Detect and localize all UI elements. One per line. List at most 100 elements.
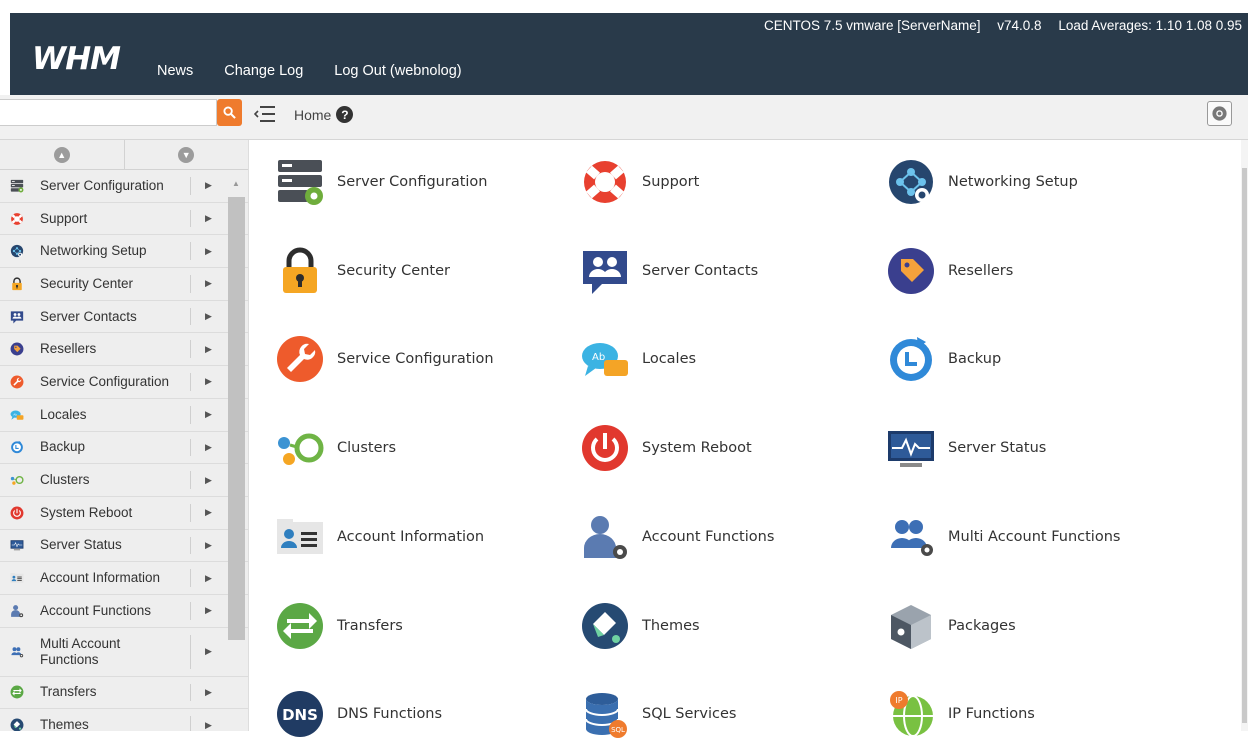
divider bbox=[190, 683, 191, 702]
scroll-up-arrow-icon[interactable]: ▲ bbox=[232, 179, 240, 188]
sidebar-item[interactable]: Themes ▶ bbox=[0, 709, 248, 731]
home-tile-label: Packages bbox=[948, 617, 1016, 634]
expand-arrow-icon[interactable]: ▶ bbox=[205, 475, 212, 486]
sidebar-item[interactable]: Ab Locales ▶ bbox=[0, 399, 248, 432]
divider bbox=[190, 536, 191, 555]
wrench-icon bbox=[10, 375, 24, 389]
sidebar-item[interactable]: Server Configuration ▶ bbox=[0, 170, 248, 203]
sidebar-item-label: Account Information bbox=[40, 570, 161, 586]
expand-arrow-icon[interactable]: ▶ bbox=[205, 507, 212, 518]
divider bbox=[190, 209, 191, 228]
sidebar-item[interactable]: Account Functions ▶ bbox=[0, 595, 248, 628]
home-tile-label: Resellers bbox=[948, 262, 1014, 279]
expand-arrow-icon[interactable]: ▶ bbox=[205, 376, 212, 387]
breadcrumb-home[interactable]: Home bbox=[294, 107, 331, 123]
help-icon[interactable]: ? bbox=[336, 106, 354, 123]
expand-arrow-icon[interactable]: ▶ bbox=[205, 246, 212, 257]
home-tile[interactable]: Account Information bbox=[275, 507, 575, 567]
home-tile[interactable]: Account Functions bbox=[580, 507, 880, 567]
logout-link[interactable]: Log Out (webnolog) bbox=[334, 63, 461, 79]
sidebar-item[interactable]: Service Configuration ▶ bbox=[0, 366, 248, 399]
id-card-icon bbox=[10, 571, 24, 585]
main-scrollbar[interactable] bbox=[1241, 140, 1248, 731]
sidebar-item[interactable]: Server Contacts ▶ bbox=[0, 301, 248, 334]
change-log-link[interactable]: Change Log bbox=[224, 63, 303, 79]
top-header: CENTOS 7.5 vmware [ServerName] v74.0.8 L… bbox=[10, 13, 1248, 95]
user-gear-icon bbox=[580, 512, 630, 562]
expand-arrow-icon[interactable]: ▶ bbox=[205, 278, 212, 289]
search-input[interactable] bbox=[0, 99, 217, 126]
expand-arrow-icon[interactable]: ▶ bbox=[205, 540, 212, 551]
home-tile[interactable]: Multi Account Functions bbox=[886, 507, 1186, 567]
power-icon bbox=[580, 423, 630, 473]
expand-arrow-icon[interactable]: ▶ bbox=[205, 573, 212, 584]
search-icon bbox=[223, 106, 236, 119]
home-tile[interactable]: Server Status bbox=[886, 418, 1186, 478]
speech-bubble-icon: Ab bbox=[580, 334, 630, 384]
sidebar-item[interactable]: Clusters ▶ bbox=[0, 464, 248, 497]
expand-arrow-icon[interactable]: ▶ bbox=[205, 720, 212, 731]
sidebar-item[interactable]: System Reboot ▶ bbox=[0, 497, 248, 530]
home-tile[interactable]: Backup bbox=[886, 329, 1186, 389]
expand-arrow-icon[interactable]: ▶ bbox=[205, 213, 212, 224]
home-tile[interactable]: Resellers bbox=[886, 241, 1186, 301]
home-tile[interactable]: Server Configuration bbox=[275, 152, 575, 212]
home-tile[interactable]: IP IP Functions bbox=[886, 684, 1186, 744]
sidebar-item[interactable]: Support ▶ bbox=[0, 203, 248, 236]
home-tile[interactable]: SQL SQL Services bbox=[580, 684, 880, 744]
home-tile-label: Transfers bbox=[337, 617, 403, 634]
home-tile[interactable]: Service Configuration bbox=[275, 329, 575, 389]
sidebar-item[interactable]: Multi Account Functions ▶ bbox=[0, 628, 248, 677]
toolbar: Home ? bbox=[0, 95, 1248, 140]
sidebar-scrollbar[interactable] bbox=[228, 197, 245, 640]
collapse-all-button[interactable]: ▼ bbox=[123, 140, 249, 169]
sidebar-item[interactable]: Security Center ▶ bbox=[0, 268, 248, 301]
sidebar-item[interactable]: Transfers ▶ bbox=[0, 677, 248, 710]
paint-icon bbox=[10, 718, 24, 731]
load-averages: Load Averages: 1.10 1.08 0.95 bbox=[1058, 18, 1242, 33]
collapse-menu-icon[interactable] bbox=[254, 104, 276, 124]
search-button[interactable] bbox=[217, 99, 242, 126]
expand-arrow-icon[interactable]: ▶ bbox=[205, 344, 212, 355]
sidebar-item[interactable]: Resellers ▶ bbox=[0, 333, 248, 367]
contacts-icon bbox=[10, 310, 24, 324]
expand-arrow-icon[interactable]: ▶ bbox=[205, 311, 212, 322]
home-tile-label: Networking Setup bbox=[948, 174, 1078, 190]
sidebar-item[interactable]: Backup ▶ bbox=[0, 432, 248, 465]
expand-arrow-icon[interactable]: ▶ bbox=[205, 180, 212, 191]
padlock-icon bbox=[275, 246, 325, 296]
home-tile-label: SQL Services bbox=[642, 706, 737, 723]
svg-text:DNS: DNS bbox=[282, 706, 318, 724]
news-link[interactable]: News bbox=[157, 63, 193, 79]
paint-icon bbox=[580, 601, 630, 651]
sidebar-item[interactable]: Networking Setup ▶ bbox=[0, 235, 248, 269]
expand-arrow-icon[interactable]: ▶ bbox=[205, 442, 212, 453]
expand-arrow-icon[interactable]: ▶ bbox=[205, 409, 212, 420]
sidebar-item[interactable]: Account Information ▶ bbox=[0, 562, 248, 595]
home-tile-label: Support bbox=[642, 174, 700, 190]
sidebar-item-label: Themes bbox=[40, 717, 89, 731]
home-tile[interactable]: Support bbox=[580, 152, 880, 212]
expand-all-button[interactable]: ▲ bbox=[0, 140, 124, 169]
home-tile[interactable]: Security Center bbox=[275, 241, 575, 301]
home-tile[interactable]: DNS DNS Functions bbox=[275, 684, 575, 744]
expand-arrow-icon[interactable]: ▶ bbox=[205, 605, 212, 616]
sidebar-item[interactable]: Server Status ▶ bbox=[0, 530, 248, 563]
home-tile[interactable]: Themes bbox=[580, 596, 880, 656]
home-tile[interactable]: Server Contacts bbox=[580, 241, 880, 301]
home-tile[interactable]: Ab Locales bbox=[580, 329, 880, 389]
expand-arrow-icon[interactable]: ▶ bbox=[205, 646, 212, 657]
expand-arrow-icon[interactable]: ▶ bbox=[205, 687, 212, 698]
sidebar-item-label: Security Center bbox=[40, 275, 134, 291]
transfer-arrows-icon bbox=[10, 685, 24, 699]
whm-logo[interactable]: WHM bbox=[32, 41, 121, 77]
home-tile[interactable]: Transfers bbox=[275, 596, 575, 656]
sidebar-item-label: Service Configuration bbox=[40, 373, 170, 389]
top-nav: News Change Log Log Out (webnolog) bbox=[157, 63, 462, 79]
home-tile[interactable]: Clusters bbox=[275, 418, 575, 478]
settings-button[interactable] bbox=[1207, 101, 1232, 126]
home-tile[interactable]: Packages bbox=[886, 596, 1186, 656]
home-tile[interactable]: Networking Setup bbox=[886, 152, 1186, 212]
home-tile[interactable]: System Reboot bbox=[580, 418, 880, 478]
users-gear-icon bbox=[886, 512, 936, 562]
